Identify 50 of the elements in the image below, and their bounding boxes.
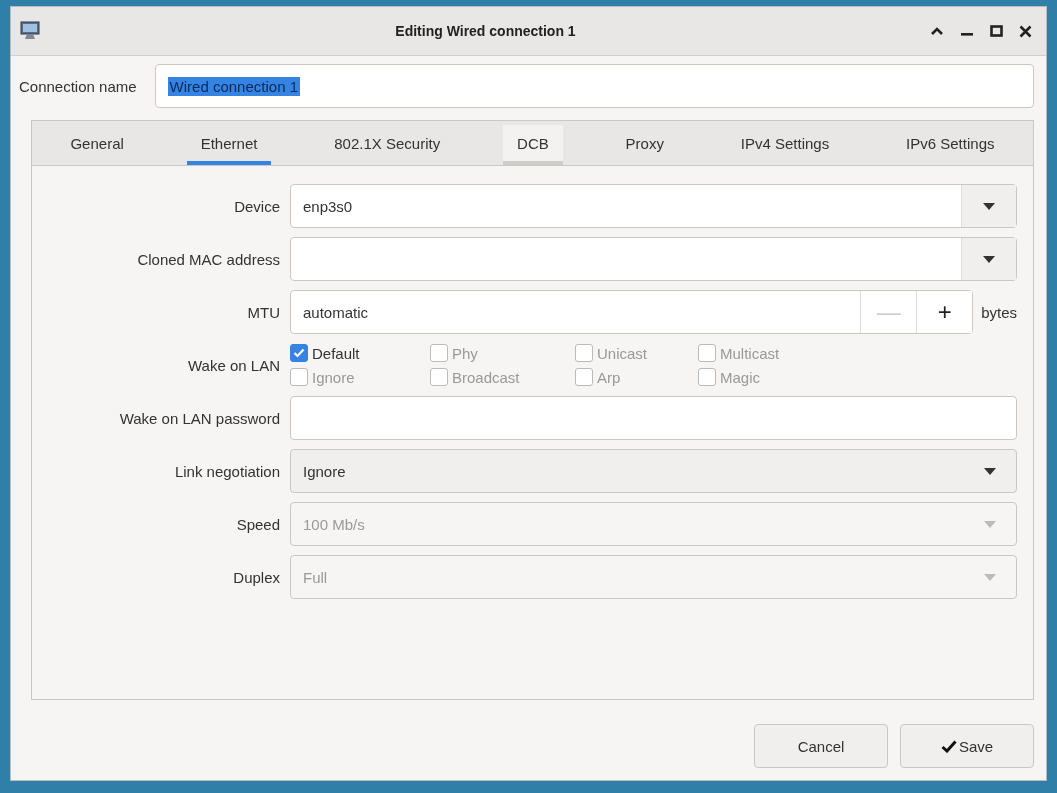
connection-name-field[interactable]: Wired connection 1 (154, 64, 1034, 108)
dropdown-button[interactable] (961, 238, 1016, 280)
field-value: automatic (302, 303, 370, 321)
password-field[interactable] (290, 396, 1017, 440)
field-label: Duplex (232, 568, 281, 586)
caret-icon (983, 202, 995, 210)
checkbox-label: Arp (597, 368, 621, 386)
checkbox-label: Phy (452, 344, 478, 362)
combo-field[interactable]: enp3s0 (290, 184, 1017, 228)
field-label: MTU (246, 303, 281, 321)
tab[interactable]: Ethernet (186, 125, 272, 165)
dropdown-button[interactable] (961, 185, 1016, 227)
checkbox-label: Multicast (720, 344, 780, 362)
tab[interactable]: IPv4 Settings (726, 125, 844, 165)
checkbox-label: Ignore (312, 368, 355, 386)
checkbox[interactable] (290, 344, 308, 362)
field-label: Connection name (19, 77, 137, 95)
checkbox-label: Broadcast (452, 368, 520, 386)
caret-icon (984, 520, 996, 528)
tab[interactable]: General (56, 125, 138, 165)
tab[interactable]: DCB (503, 125, 563, 165)
close-icon[interactable] (1019, 24, 1032, 38)
field-label: Wake on LAN password (118, 409, 281, 427)
spin-field[interactable]: automatic — + (290, 290, 974, 334)
field-value: enp3s0 (302, 197, 354, 215)
save-button[interactable]: Save (900, 724, 1034, 768)
cancel-button[interactable]: Cancel (754, 724, 888, 768)
field-label: Cloned MAC address (136, 250, 281, 268)
field-label: Device (233, 197, 281, 215)
unit-label: bytes (980, 303, 1017, 321)
tab[interactable]: 802.1X Security (320, 125, 455, 165)
caret-icon (984, 573, 996, 581)
field-label: Speed (235, 515, 281, 533)
checkbox-label: Unicast (597, 344, 648, 362)
increment-button[interactable]: + (916, 291, 973, 333)
collapse-icon[interactable] (930, 26, 944, 36)
field-label: Wake on LAN (187, 356, 281, 374)
window-title: Editing Wired connection 1 (394, 23, 577, 39)
tab[interactable]: IPv6 Settings (892, 125, 1009, 165)
checkmark-icon (940, 739, 957, 753)
caret-icon (984, 467, 996, 475)
checkbox-label: Magic (720, 368, 760, 386)
tab[interactable]: Proxy (611, 125, 678, 165)
network-computer-icon (19, 21, 41, 41)
dropdown[interactable]: Ignore (290, 449, 1017, 493)
field-label: Link negotiation (173, 462, 281, 480)
caret-icon (983, 255, 995, 263)
combo-field[interactable] (290, 237, 1017, 281)
maximize-icon[interactable] (990, 25, 1003, 37)
checkbox-label: Default (312, 344, 360, 362)
